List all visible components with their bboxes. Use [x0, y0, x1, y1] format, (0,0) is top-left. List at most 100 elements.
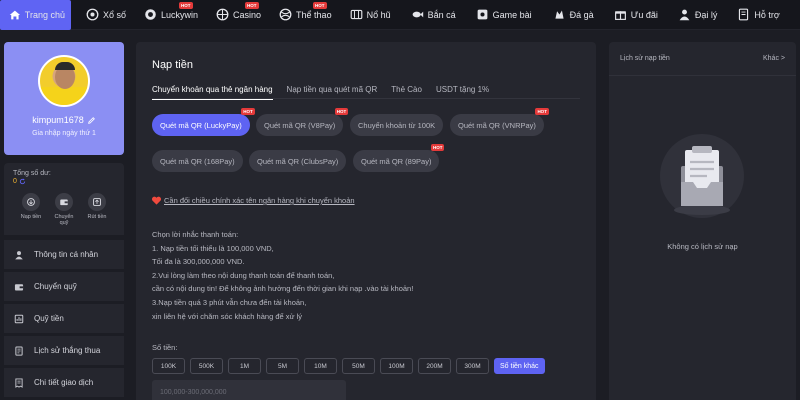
nav-item-lottery[interactable]: Xổ số: [80, 0, 132, 30]
amount-input[interactable]: [152, 380, 346, 400]
nav-label: Nổ hũ: [366, 9, 391, 20]
amount-10m-button[interactable]: 10M: [304, 358, 337, 374]
quick-deposit-button[interactable]: Nạp tiền: [17, 193, 45, 226]
menu-label: Lịch sử thắng thua: [34, 346, 101, 355]
method-vnrpay[interactable]: Quét mã QR (VNRPay) HOT: [450, 108, 549, 136]
cards-icon: [477, 9, 488, 20]
joined-days: Gia nhập ngày thứ 1: [32, 130, 96, 137]
empty-history-illustration: [660, 134, 744, 218]
nav-item-casino[interactable]: Casino HOT: [210, 0, 267, 30]
deposit-history-panel: Lịch sử nạp tiền Khác > Không có lịch sử…: [609, 42, 796, 400]
method-v8pay[interactable]: Quét mã QR (V8Pay) HOT: [256, 108, 349, 136]
lottery-icon: [86, 8, 99, 21]
fund-icon: [14, 314, 24, 323]
amount-1m-button[interactable]: 1M: [228, 358, 261, 374]
nav-item-luckywin[interactable]: Luckywin HOT: [138, 0, 204, 30]
menu-item-transaction-details[interactable]: Chi tiết giao dịch: [4, 368, 124, 397]
heart-icon: [151, 196, 162, 205]
tab-divider: [152, 98, 580, 99]
nav-label: Luckywin: [161, 9, 199, 20]
quick-transfer-button[interactable]: Chuyển quỹ: [50, 193, 78, 226]
nav-label: Bắn cá: [427, 9, 456, 20]
menu-label: Thông tin cá nhân: [34, 250, 99, 259]
amount-500k-button[interactable]: 500K: [190, 358, 223, 374]
menu-item-win-loss-history[interactable]: Lịch sử thắng thua: [4, 336, 124, 365]
account-menu: Thông tin cá nhân Chuyển quỹ Quỹ tiền Lị…: [4, 240, 124, 400]
amount-5m-button[interactable]: 5M: [266, 358, 299, 374]
method-168pay[interactable]: Quét mã QR (168Pay): [152, 150, 243, 172]
page-title: Nạp tiền: [152, 59, 193, 71]
menu-label: Quỹ tiền: [34, 314, 64, 323]
amount-300m-button[interactable]: 300M: [456, 358, 489, 374]
wallet-icon: [60, 199, 68, 206]
slot-icon: [350, 9, 362, 20]
other-amount-button[interactable]: Số tiền khác: [494, 358, 545, 374]
nav-label: Hỗ trợ: [754, 9, 780, 20]
nav-label: Đại lý: [694, 9, 718, 20]
username: kimpum1678: [32, 115, 84, 125]
nav-item-promotions[interactable]: Ưu đãi: [608, 0, 664, 30]
nav-item-slots[interactable]: Nổ hũ: [344, 0, 397, 30]
nav-item-cards[interactable]: Game bài: [470, 0, 538, 30]
hot-badge: HOT: [179, 1, 193, 9]
nav-item-agent[interactable]: Đại lý: [672, 0, 724, 30]
agent-icon: [679, 9, 690, 21]
method-luckypay[interactable]: Quét mã QR (LuckyPay) HOT: [152, 108, 255, 136]
home-icon: [9, 10, 21, 19]
profile-card: kimpum1678 Gia nhập ngày thứ 1: [4, 42, 124, 155]
luckywin-icon: [145, 9, 156, 20]
casino-icon: [216, 8, 229, 21]
quick-label: Chuyển quỹ: [54, 214, 74, 226]
instruction-line: xin liên hệ với chăm sóc khách hàng để x…: [152, 311, 303, 321]
hot-badge: HOT: [430, 144, 445, 151]
instruction-line: 1. Nạp tiền tối thiểu là 100,000 VND,: [152, 243, 274, 253]
deposit-panel: Nạp tiền Chuyển khoản qua thẻ ngân hàng …: [136, 42, 596, 400]
method-label: Chuyển khoản từ 100K: [358, 120, 436, 130]
method-89pay[interactable]: Quét mã QR (89Pay) HOT: [353, 144, 445, 172]
hot-badge: HOT: [241, 108, 255, 115]
nav-label: Xổ số: [103, 9, 127, 20]
amount-100m-button[interactable]: 100M: [380, 358, 413, 374]
notice-link[interactable]: Cần đổi chiều chính xác tên ngân hàng kh…: [164, 196, 355, 205]
menu-item-fund[interactable]: Quỹ tiền: [4, 304, 124, 333]
wallet-icon: [14, 283, 24, 290]
hot-badge: HOT: [245, 1, 259, 9]
balance-value: 0: [13, 178, 17, 185]
amount-50m-button[interactable]: 50M: [342, 358, 375, 374]
balance-card: Tổng số dư: 0 Nạp tiền Chuyển quỹ Rút ti…: [4, 163, 124, 235]
top-nav: Trang chủ Xổ số Luckywin HOT Casino HOT …: [0, 0, 800, 30]
refresh-icon[interactable]: [19, 178, 26, 185]
menu-label: Chuyển quỹ: [34, 282, 77, 291]
quick-withdraw-button[interactable]: Rút tiền: [83, 193, 111, 226]
quick-label: Nạp tiền: [20, 214, 42, 220]
nav-item-cockfight[interactable]: Đá gà: [547, 0, 600, 30]
hot-badge: HOT: [535, 108, 549, 115]
amount-100k-button[interactable]: 100K: [152, 358, 185, 374]
balance-label: Tổng số dư:: [13, 170, 51, 177]
hot-badge: HOT: [334, 108, 349, 115]
cockfight-icon: [555, 10, 564, 19]
menu-item-transfer[interactable]: Chuyển quỹ: [4, 272, 124, 301]
edit-icon[interactable]: [87, 116, 96, 125]
amount-presets: 100K 500K 1M 5M 10M 50M 100M 200M 300M S…: [152, 358, 545, 374]
nav-item-sports[interactable]: Thể thao HOT: [273, 0, 338, 30]
history-more-link[interactable]: Khác >: [763, 55, 785, 62]
menu-item-personal-info[interactable]: Thông tin cá nhân: [4, 240, 124, 269]
nav-item-support[interactable]: Hỗ trợ: [731, 0, 785, 30]
instruction-line: Tối đa là 300,000,000 VND.: [152, 257, 245, 267]
nav-item-fishing[interactable]: Bắn cá: [405, 0, 462, 30]
amount-200m-button[interactable]: 200M: [418, 358, 451, 374]
avatar[interactable]: [38, 55, 90, 107]
gift-icon: [614, 11, 626, 20]
user-icon: [15, 250, 23, 259]
payment-instructions: Chọn lời nhắc thanh toán: 1. Nạp tiền tố…: [152, 228, 413, 323]
support-icon: [739, 8, 749, 21]
method-clubspay[interactable]: Quét mã QR (ClubsPay): [249, 150, 347, 172]
bank-name-notice[interactable]: Cần đổi chiều chính xác tên ngân hàng kh…: [151, 195, 355, 206]
menu-label: Chi tiết giao dịch: [34, 378, 94, 387]
nav-item-home[interactable]: Trang chủ: [0, 0, 71, 30]
nav-label: Trang chủ: [24, 9, 65, 20]
method-bank-100k[interactable]: Chuyển khoản từ 100K: [350, 114, 444, 136]
quick-label: Rút tiền: [87, 214, 107, 220]
deposit-icon: [27, 198, 35, 206]
